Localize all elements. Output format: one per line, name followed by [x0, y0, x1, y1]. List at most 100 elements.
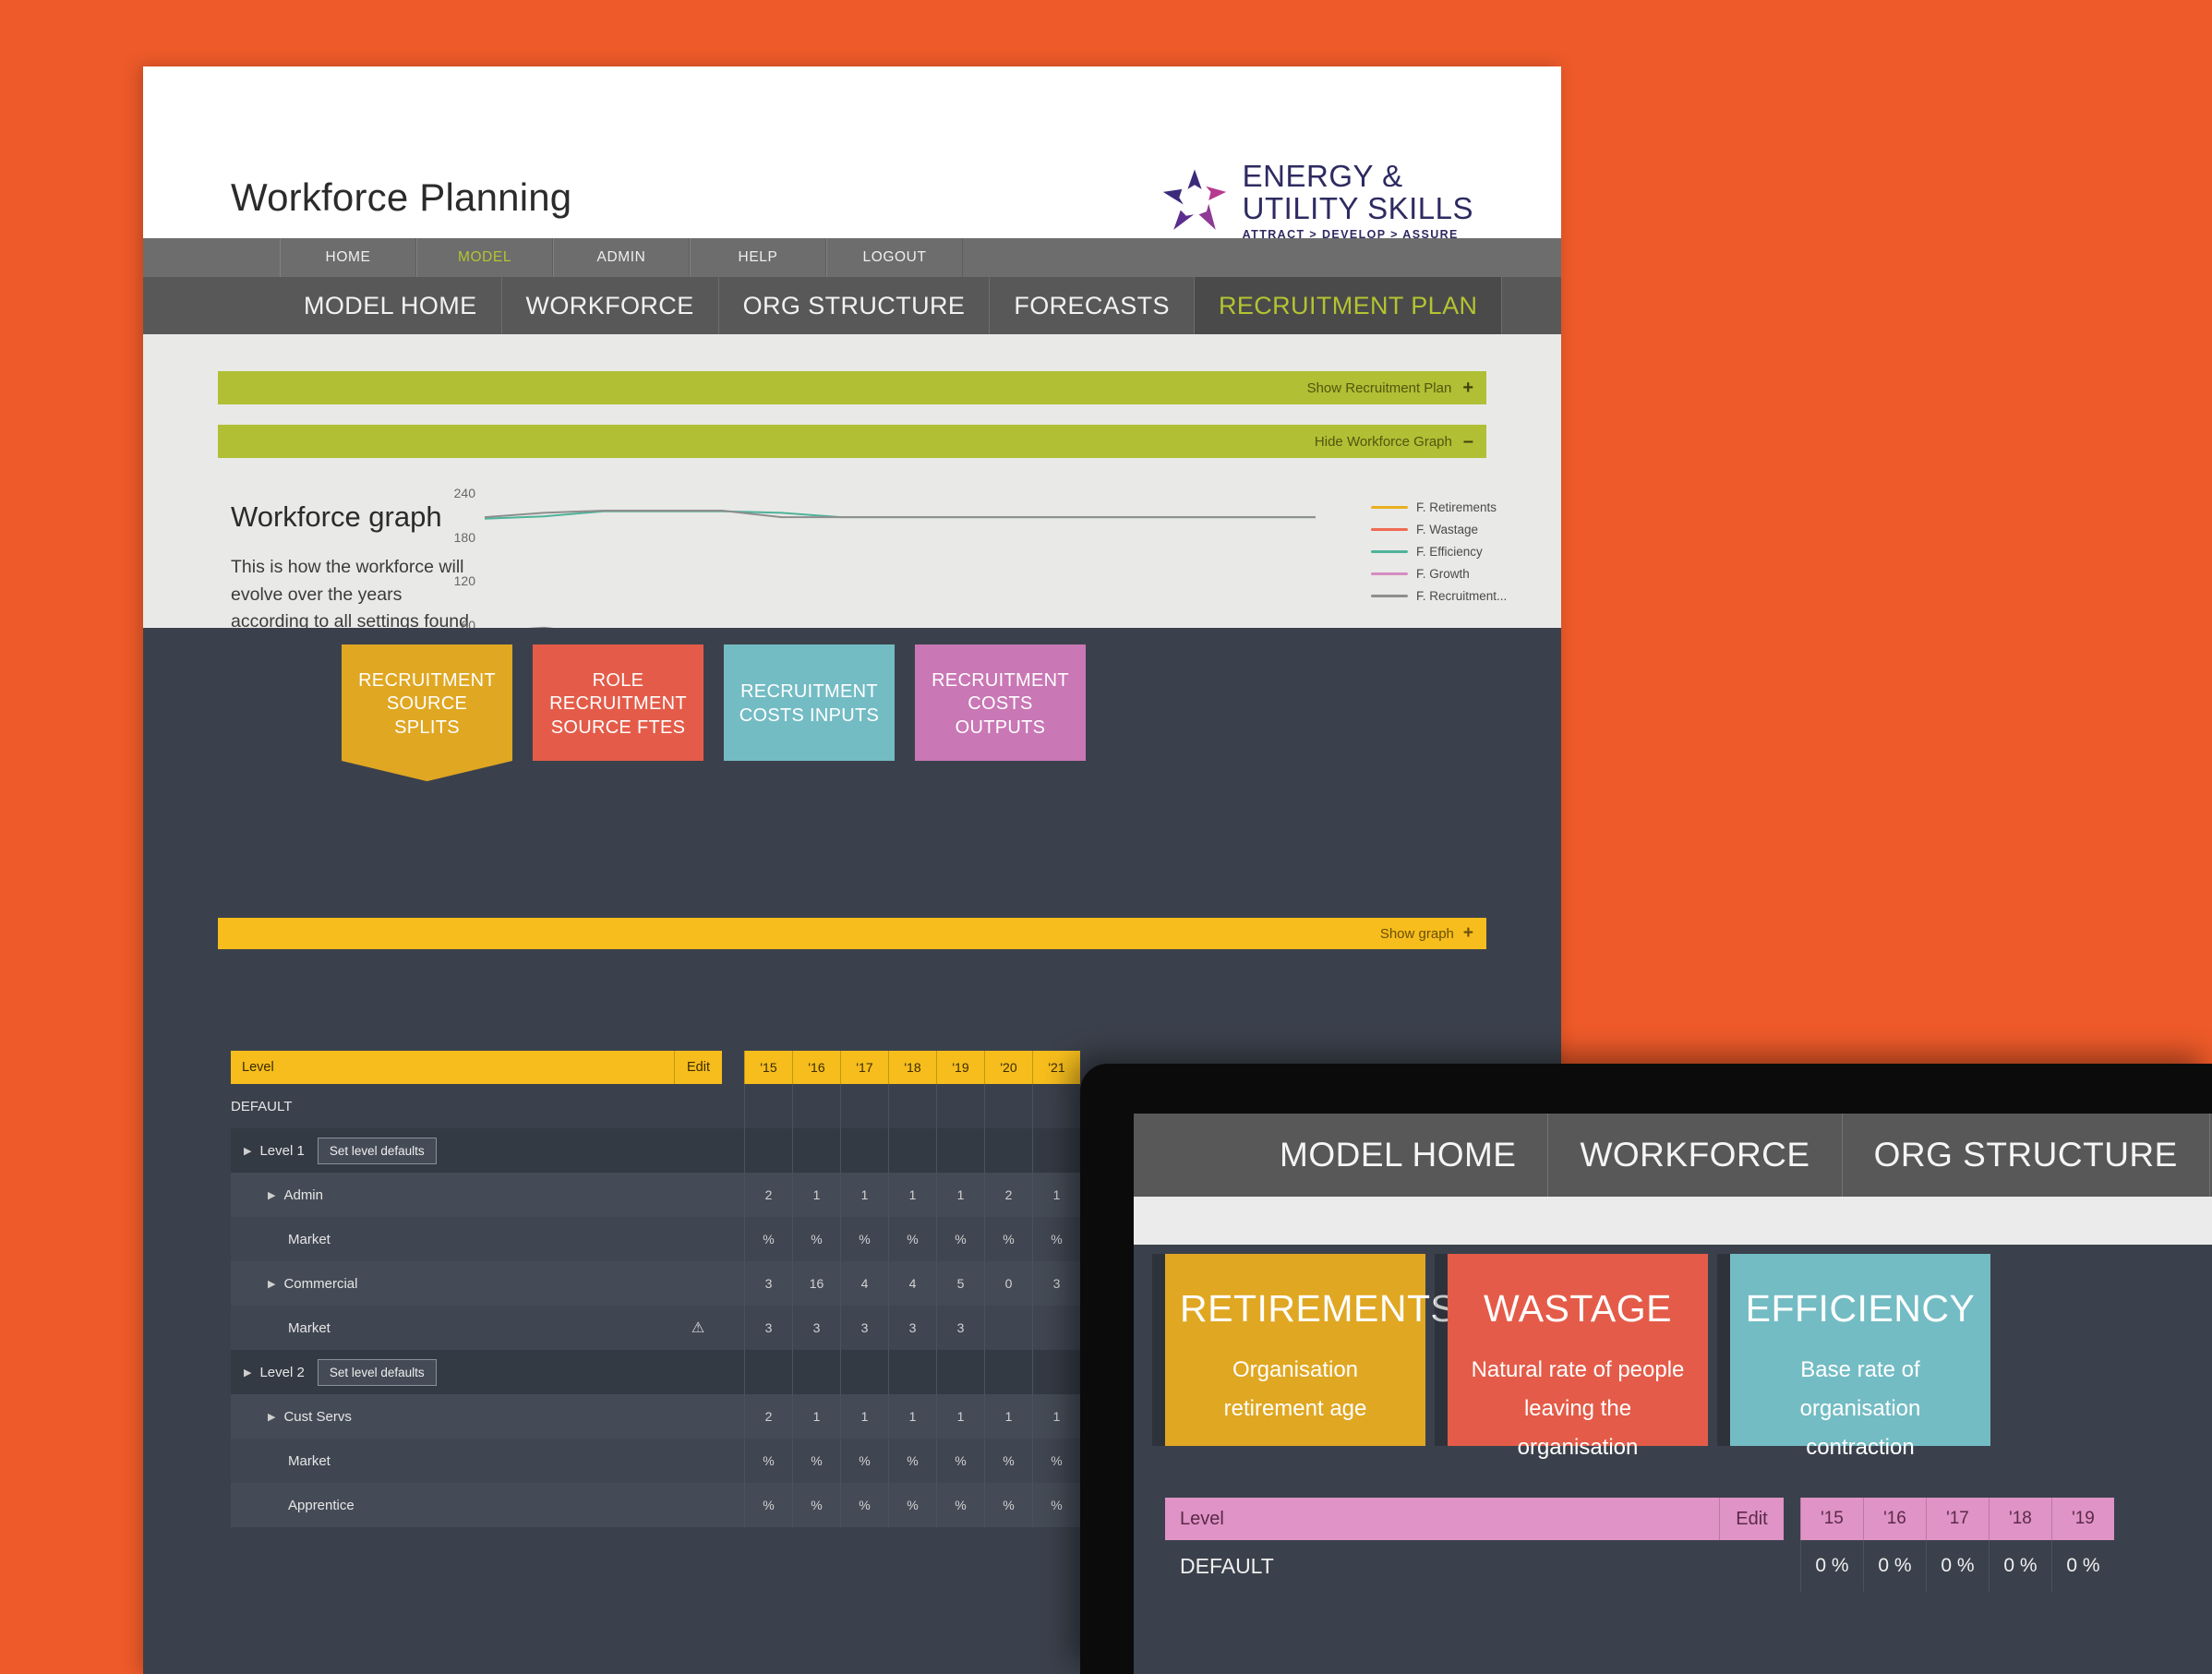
value-cell[interactable]: 1 — [840, 1173, 888, 1217]
value-cell[interactable]: % — [984, 1439, 1032, 1483]
value-cell[interactable] — [840, 1128, 888, 1173]
value-cell[interactable]: 1 — [936, 1173, 984, 1217]
edit-cell[interactable] — [674, 1350, 722, 1394]
value-cell[interactable]: % — [888, 1217, 936, 1261]
value-cell[interactable]: 3 — [888, 1306, 936, 1350]
recruitment-card-3[interactable]: RECRUITMENT COSTS OUTPUTS — [915, 644, 1086, 761]
warning-icon[interactable]: ⚠ — [674, 1306, 722, 1350]
top-nav-item-help[interactable]: HELP — [690, 238, 826, 277]
hide-workforce-graph-bar[interactable]: Hide Workforce Graph – — [218, 425, 1486, 458]
value-cell[interactable] — [1032, 1350, 1080, 1394]
value-cell[interactable]: 1 — [888, 1173, 936, 1217]
tab-workforce[interactable]: WORKFORCE — [502, 277, 719, 334]
value-cell[interactable]: 3 — [744, 1261, 792, 1306]
value-cell[interactable]: % — [984, 1217, 1032, 1261]
value-cell[interactable]: % — [888, 1483, 936, 1527]
value-cell[interactable]: % — [1032, 1439, 1080, 1483]
value-cell[interactable]: % — [840, 1483, 888, 1527]
expand-caret-icon[interactable]: ▶ — [268, 1411, 275, 1423]
tablet-card-2[interactable]: EFFICIENCY Base rate of organisation cont… — [1717, 1254, 1990, 1460]
value-cell[interactable] — [936, 1350, 984, 1394]
tablet-value-cell[interactable]: 0 % — [1863, 1540, 1926, 1592]
value-cell[interactable]: 2 — [984, 1173, 1032, 1217]
value-cell[interactable]: % — [792, 1217, 840, 1261]
value-cell[interactable]: % — [744, 1483, 792, 1527]
value-cell[interactable]: 1 — [840, 1394, 888, 1439]
edit-cell[interactable] — [674, 1261, 722, 1306]
value-cell[interactable] — [744, 1128, 792, 1173]
value-cell[interactable] — [1032, 1128, 1080, 1173]
value-cell[interactable] — [744, 1350, 792, 1394]
top-nav-item-home[interactable]: HOME — [280, 238, 416, 277]
tablet-card-0[interactable]: RETIREMENTS Organisation retirement age — [1152, 1254, 1456, 1446]
top-nav-item-logout[interactable]: LOGOUT — [826, 238, 963, 277]
value-cell[interactable]: 0 — [984, 1261, 1032, 1306]
value-cell[interactable] — [792, 1128, 840, 1173]
value-cell[interactable]: % — [936, 1483, 984, 1527]
value-cell[interactable]: 3 — [792, 1306, 840, 1350]
top-nav-item-model[interactable]: MODEL — [416, 238, 553, 277]
value-cell[interactable]: % — [840, 1217, 888, 1261]
tablet-tab-workforce[interactable]: WORKFORCE — [1548, 1114, 1843, 1197]
value-cell[interactable] — [840, 1084, 888, 1128]
value-cell[interactable]: % — [984, 1483, 1032, 1527]
set-level-defaults-button[interactable]: Set level defaults — [317, 1137, 437, 1164]
expand-caret-icon[interactable]: ▶ — [244, 1145, 251, 1157]
value-cell[interactable]: 1 — [936, 1394, 984, 1439]
edit-cell[interactable] — [674, 1217, 722, 1261]
value-cell[interactable]: % — [792, 1439, 840, 1483]
value-cell[interactable]: 3 — [1032, 1261, 1080, 1306]
legend-item[interactable]: F. Retirements — [1371, 500, 1507, 514]
edit-cell[interactable] — [674, 1128, 722, 1173]
value-cell[interactable]: 3 — [840, 1306, 888, 1350]
tablet-table-row[interactable]: DEFAULT 0 % 0 % 0 % 0 % 0 % — [1165, 1540, 2212, 1592]
value-cell[interactable] — [984, 1128, 1032, 1173]
value-cell[interactable] — [888, 1350, 936, 1394]
legend-item[interactable]: F. Efficiency — [1371, 545, 1507, 559]
value-cell[interactable] — [744, 1084, 792, 1128]
value-cell[interactable] — [936, 1128, 984, 1173]
value-cell[interactable]: % — [1032, 1483, 1080, 1527]
value-cell[interactable]: % — [936, 1439, 984, 1483]
value-cell[interactable]: 1 — [888, 1394, 936, 1439]
value-cell[interactable] — [888, 1084, 936, 1128]
value-cell[interactable]: 1 — [792, 1394, 840, 1439]
set-level-defaults-button[interactable]: Set level defaults — [317, 1358, 437, 1386]
tablet-tab-org-structure[interactable]: ORG STRUCTURE — [1843, 1114, 2210, 1197]
value-cell[interactable]: 5 — [936, 1261, 984, 1306]
edit-cell[interactable] — [674, 1483, 722, 1527]
value-cell[interactable]: 16 — [792, 1261, 840, 1306]
value-cell[interactable]: % — [1032, 1217, 1080, 1261]
value-cell[interactable]: 3 — [744, 1306, 792, 1350]
tablet-value-cell[interactable]: 0 % — [2051, 1540, 2114, 1592]
tablet-value-cell[interactable]: 0 % — [1989, 1540, 2051, 1592]
value-cell[interactable] — [984, 1350, 1032, 1394]
tablet-card-1[interactable]: WASTAGE Natural rate of people leaving th… — [1435, 1254, 1708, 1460]
legend-item[interactable]: F. Growth — [1371, 567, 1507, 581]
top-nav-item-admin[interactable]: ADMIN — [553, 238, 690, 277]
show-recruitment-plan-bar[interactable]: Show Recruitment Plan + — [218, 371, 1486, 404]
value-cell[interactable]: 1 — [1032, 1394, 1080, 1439]
legend-item[interactable]: F. Wastage — [1371, 523, 1507, 536]
tablet-edit-cell[interactable] — [1719, 1540, 1784, 1592]
value-cell[interactable] — [840, 1350, 888, 1394]
edit-cell[interactable] — [674, 1394, 722, 1439]
value-cell[interactable] — [936, 1084, 984, 1128]
value-cell[interactable]: 2 — [744, 1173, 792, 1217]
value-cell[interactable]: % — [744, 1439, 792, 1483]
value-cell[interactable] — [792, 1350, 840, 1394]
tablet-value-cell[interactable]: 0 % — [1800, 1540, 1863, 1592]
value-cell[interactable] — [984, 1306, 1032, 1350]
edit-cell[interactable] — [674, 1084, 722, 1128]
value-cell[interactable]: 4 — [888, 1261, 936, 1306]
value-cell[interactable] — [1032, 1306, 1080, 1350]
value-cell[interactable] — [888, 1128, 936, 1173]
value-cell[interactable]: % — [888, 1439, 936, 1483]
legend-item[interactable]: F. Recruitment... — [1371, 589, 1507, 603]
value-cell[interactable]: 1 — [984, 1394, 1032, 1439]
value-cell[interactable]: 4 — [840, 1261, 888, 1306]
edit-cell[interactable] — [674, 1439, 722, 1483]
value-cell[interactable]: 1 — [792, 1173, 840, 1217]
value-cell[interactable] — [984, 1084, 1032, 1128]
value-cell[interactable]: 3 — [936, 1306, 984, 1350]
